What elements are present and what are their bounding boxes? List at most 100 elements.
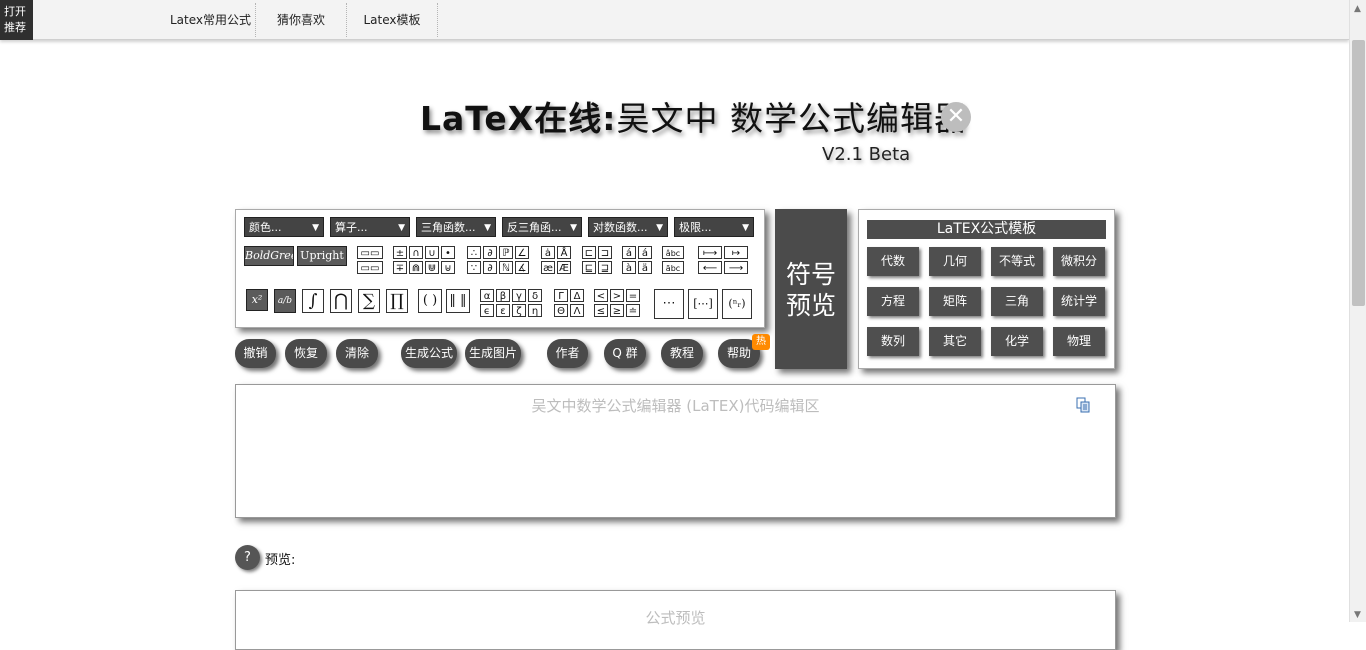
norm-button[interactable]: ‖ ‖ — [446, 289, 470, 313]
symbol-button[interactable]: á — [622, 246, 636, 259]
binomial-button[interactable]: (ⁿᵣ) — [722, 289, 752, 319]
symbol-button[interactable]: η — [528, 304, 542, 317]
template-sequence-button[interactable]: 数列 — [867, 327, 919, 356]
bold-greek-button[interactable]: BoldGreek — [244, 246, 294, 266]
vertical-scrollbar[interactable]: ▲ ▼ — [1349, 0, 1366, 622]
template-other-button[interactable]: 其它 — [929, 327, 981, 356]
tutorial-button[interactable]: 教程 — [661, 339, 703, 368]
symbol-button[interactable]: ϵ — [480, 304, 494, 317]
layout-box-button[interactable]: ▭▭ — [357, 246, 383, 259]
symbol-button[interactable]: ± — [393, 246, 407, 259]
symbol-button[interactable]: ⋓ — [425, 261, 439, 274]
symbol-button[interactable]: ∩ — [409, 246, 423, 259]
symbol-button[interactable]: Æ — [557, 261, 571, 274]
trig-dropdown[interactable]: 三角函数... ▼ — [416, 217, 496, 237]
symbol-button[interactable]: ãbc — [662, 261, 684, 274]
generate-formula-button[interactable]: 生成公式 — [401, 339, 457, 368]
symbol-button[interactable]: ȧ — [541, 246, 555, 259]
sum-button[interactable]: ∑ — [358, 289, 380, 313]
symbol-button[interactable]: Å — [557, 246, 571, 259]
symbol-button[interactable]: ⊑ — [582, 261, 596, 274]
superscript-button[interactable]: x² — [246, 289, 268, 311]
symbol-button[interactable]: α — [480, 289, 494, 302]
symbol-button[interactable]: ⊎ — [441, 261, 455, 274]
parentheses-button[interactable]: ( ) — [418, 289, 442, 313]
symbol-button[interactable]: ⊐ — [598, 246, 612, 259]
dots-matrix-button[interactable]: ⋯ — [654, 289, 684, 319]
symbol-button[interactable]: > — [610, 289, 624, 302]
symbol-button[interactable]: • — [441, 246, 455, 259]
fraction-button[interactable]: a/b — [274, 289, 296, 313]
scroll-up-icon[interactable]: ▲ — [1354, 4, 1361, 14]
symbol-button[interactable]: à — [622, 261, 636, 274]
template-physics-button[interactable]: 物理 — [1053, 327, 1105, 356]
log-dropdown[interactable]: 对数函数... ▼ — [588, 217, 668, 237]
symbol-button[interactable]: ⟶ — [724, 261, 748, 274]
symbol-button[interactable]: ≥ — [610, 304, 624, 317]
symbol-button[interactable]: ⊏ — [582, 246, 596, 259]
symbol-button[interactable]: á — [638, 246, 652, 259]
close-icon[interactable]: ✕ — [941, 102, 971, 132]
symbol-button[interactable]: ∠ — [515, 246, 529, 259]
preview-help-icon[interactable]: ? — [235, 545, 260, 570]
symbol-button[interactable]: ≤ — [594, 304, 608, 317]
symbol-button[interactable]: = — [626, 289, 640, 302]
symbol-button[interactable]: Γ — [554, 289, 568, 302]
symbol-button[interactable]: ⊒ — [598, 261, 612, 274]
symbol-button[interactable]: ℕ — [499, 261, 513, 274]
template-chemistry-button[interactable]: 化学 — [991, 327, 1043, 356]
symbol-button[interactable]: ≐ — [626, 304, 640, 317]
layout-box-button[interactable]: ▭▭ — [357, 261, 383, 274]
symbol-button[interactable]: ⟵ — [698, 261, 722, 274]
symbol-button[interactable]: ⟼ — [698, 246, 722, 259]
undo-button[interactable]: 撤销 — [235, 339, 276, 368]
operator-dropdown[interactable]: 算子... ▼ — [330, 217, 410, 237]
symbol-button[interactable]: Δ — [570, 289, 584, 302]
symbol-button[interactable]: β — [496, 289, 510, 302]
template-equation-button[interactable]: 方程 — [867, 287, 919, 316]
nav-latex-common-formulas[interactable]: Latex常用公式 — [166, 3, 256, 37]
symbol-button[interactable]: ∪ — [425, 246, 439, 259]
symbol-button[interactable]: ε — [496, 304, 510, 317]
latex-code-input[interactable] — [236, 385, 1115, 517]
product-button[interactable]: ∏ — [386, 289, 408, 313]
symbol-button[interactable]: ∂ — [483, 261, 497, 274]
generate-image-button[interactable]: 生成图片 — [465, 339, 521, 368]
template-algebra-button[interactable]: 代数 — [867, 247, 919, 276]
template-geometry-button[interactable]: 几何 — [929, 247, 981, 276]
open-recommend-button[interactable]: 打开 推荐 — [0, 0, 33, 40]
template-matrix-button[interactable]: 矩阵 — [929, 287, 981, 316]
color-dropdown[interactable]: 颜色... ▼ — [244, 217, 324, 237]
nav-guess-you-like[interactable]: 猜你喜欢 — [256, 3, 347, 37]
symbol-button[interactable]: ∵ — [467, 261, 481, 274]
symbol-button[interactable]: âbc — [662, 246, 684, 259]
copy-icon[interactable] — [1076, 397, 1090, 413]
symbol-button[interactable]: γ — [512, 289, 526, 302]
redo-button[interactable]: 恢复 — [285, 339, 327, 368]
symbol-button[interactable]: Λ — [570, 304, 584, 317]
symbol-button[interactable]: ∓ — [393, 261, 407, 274]
symbol-button[interactable]: δ — [528, 289, 542, 302]
symbol-button[interactable]: ∂ — [483, 246, 497, 259]
symbol-button[interactable]: ∡ — [515, 261, 529, 274]
template-calculus-button[interactable]: 微积分 — [1053, 247, 1105, 276]
symbol-button[interactable]: ∴ — [467, 246, 481, 259]
inverse-trig-dropdown[interactable]: 反三角函... ▼ — [502, 217, 582, 237]
author-button[interactable]: 作者 — [547, 339, 588, 368]
nav-latex-templates[interactable]: Latex模板 — [347, 3, 438, 37]
integral-button[interactable]: ∫ — [302, 289, 324, 313]
clear-button[interactable]: 清除 — [336, 339, 378, 368]
bigcap-button[interactable]: ⋂ — [330, 289, 352, 313]
template-statistics-button[interactable]: 统计学 — [1053, 287, 1105, 316]
symbol-button[interactable]: Θ — [554, 304, 568, 317]
symbol-button[interactable]: ⋒ — [409, 261, 423, 274]
symbol-button[interactable]: ↦ — [724, 246, 748, 259]
bracket-matrix-button[interactable]: [⋯] — [688, 289, 718, 319]
qq-group-button[interactable]: Q 群 — [604, 339, 646, 368]
limit-dropdown[interactable]: 极限... ▼ — [674, 217, 754, 237]
symbol-button[interactable]: < — [594, 289, 608, 302]
symbol-button[interactable]: ζ — [512, 304, 526, 317]
symbol-button[interactable]: ℙ — [499, 246, 513, 259]
template-inequality-button[interactable]: 不等式 — [991, 247, 1043, 276]
upright-button[interactable]: Upright — [297, 246, 347, 266]
